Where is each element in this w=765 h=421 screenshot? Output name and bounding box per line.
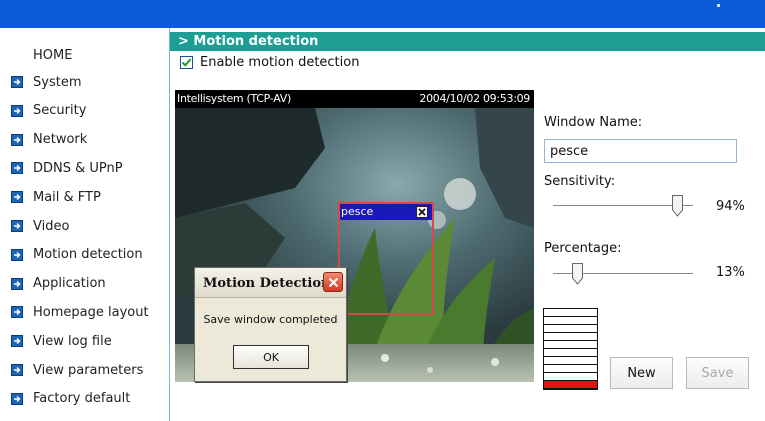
sidebar-item-motion-detection[interactable]: Motion detection <box>11 245 143 265</box>
motion-level-meter <box>543 308 598 390</box>
sidebar-item-view-parameters[interactable]: View parameters <box>11 360 143 380</box>
sidebar-item-label: System <box>33 74 82 90</box>
sidebar-item-label: Mail & FTP <box>33 189 101 205</box>
arrow-right-icon <box>11 220 23 232</box>
dialog-title-bar: Motion Detection <box>195 268 346 298</box>
arrow-right-icon <box>11 392 23 405</box>
percentage-thumb[interactable] <box>571 263 583 285</box>
meter-segment <box>544 349 597 357</box>
close-icon <box>328 277 338 287</box>
video-caption-bar: Intellisystem (TCP-AV) 2004/10/02 09:53:… <box>175 90 534 108</box>
sidebar-nav: HOME System Security Network DDNS & UPnP Mai… <box>0 28 170 421</box>
sidebar-item-label: Homepage layout <box>33 304 149 320</box>
percentage-label: Percentage: <box>544 241 622 256</box>
sensitivity-slider[interactable] <box>553 195 693 217</box>
sidebar-divider <box>169 28 170 421</box>
meter-segment <box>544 341 597 349</box>
window-name-input[interactable] <box>544 139 737 163</box>
dialog-ok-button[interactable]: OK <box>233 345 309 369</box>
enable-motion-detection[interactable]: Enable motion detection <box>180 55 359 70</box>
arrow-right-icon <box>11 104 23 117</box>
arrow-right-icon <box>11 162 23 175</box>
arrow-right-icon <box>11 133 23 146</box>
checkmark-icon <box>181 58 192 67</box>
motion-window[interactable]: pesce <box>338 202 434 315</box>
sensitivity-value: 94% <box>716 199 745 214</box>
banner-mark <box>717 4 720 7</box>
sidebar-item-factory-default[interactable]: Factory default <box>11 389 130 409</box>
sidebar-item-label: Security <box>33 103 87 119</box>
sidebar-item-label: Video <box>33 218 70 234</box>
enable-label: Enable motion detection <box>200 55 360 70</box>
sidebar-item-label: Factory default <box>33 391 131 407</box>
sensitivity-label: Sensitivity: <box>544 174 616 189</box>
sidebar-item-ddns-upnp[interactable]: DDNS & UPnP <box>11 158 123 178</box>
motion-window-close-button[interactable] <box>416 206 428 218</box>
sidebar-item-label: View log file <box>33 333 112 349</box>
dialog-message: Save window completed <box>203 313 338 326</box>
arrow-right-icon <box>11 364 23 376</box>
dialog-close-button[interactable] <box>323 272 343 292</box>
arrow-right-icon <box>11 306 23 319</box>
sidebar-item-view-log-file[interactable]: View log file <box>11 331 112 351</box>
sidebar-item-system[interactable]: System <box>11 72 81 92</box>
meter-segment <box>544 381 597 389</box>
sidebar-item-network[interactable]: Network <box>11 130 87 150</box>
meter-segment <box>544 309 597 317</box>
percentage-value: 13% <box>716 265 745 280</box>
sidebar-item-mail-ftp[interactable]: Mail & FTP <box>11 187 101 207</box>
arrow-right-icon <box>11 277 23 290</box>
page-title: > Motion detection <box>170 32 765 51</box>
arrow-right-icon <box>11 335 23 348</box>
camera-name: Intellisystem (TCP-AV) <box>177 92 291 105</box>
meter-segment <box>544 333 597 341</box>
arrow-right-icon <box>11 191 23 204</box>
percentage-slider[interactable] <box>553 263 693 285</box>
sidebar-item-label: Network <box>33 132 88 148</box>
meter-segment <box>544 357 597 365</box>
save-dialog: Motion Detection Save window completed O… <box>194 267 347 382</box>
sidebar-item-homepage-layout[interactable]: Homepage layout <box>11 302 149 322</box>
sidebar-item-label: View parameters <box>33 362 144 378</box>
arrow-right-icon <box>11 248 23 261</box>
save-button[interactable]: Save <box>686 357 749 389</box>
dialog-title: Motion Detection <box>203 276 331 291</box>
new-button[interactable]: New <box>610 357 673 389</box>
meter-segment <box>544 373 597 381</box>
video-timestamp: 2004/10/02 09:53:09 <box>419 92 530 105</box>
sidebar-item-application[interactable]: Application <box>11 274 106 294</box>
top-banner <box>0 0 765 28</box>
meter-segment <box>544 317 597 325</box>
meter-segment <box>544 325 597 333</box>
sidebar-item-label: Motion detection <box>33 247 143 263</box>
sensitivity-thumb[interactable] <box>672 195 684 217</box>
arrow-right-icon <box>11 76 23 88</box>
close-icon <box>418 208 426 216</box>
meter-segment <box>544 365 597 373</box>
enable-checkbox[interactable] <box>180 56 193 69</box>
sidebar-item-security[interactable]: Security <box>11 101 86 121</box>
window-name-label: Window Name: <box>544 115 643 130</box>
sidebar-item-home[interactable]: HOME <box>33 48 72 63</box>
sidebar-item-label: DDNS & UPnP <box>33 160 123 176</box>
sidebar-item-label: Application <box>33 276 106 292</box>
sidebar-item-video[interactable]: Video <box>11 216 69 236</box>
